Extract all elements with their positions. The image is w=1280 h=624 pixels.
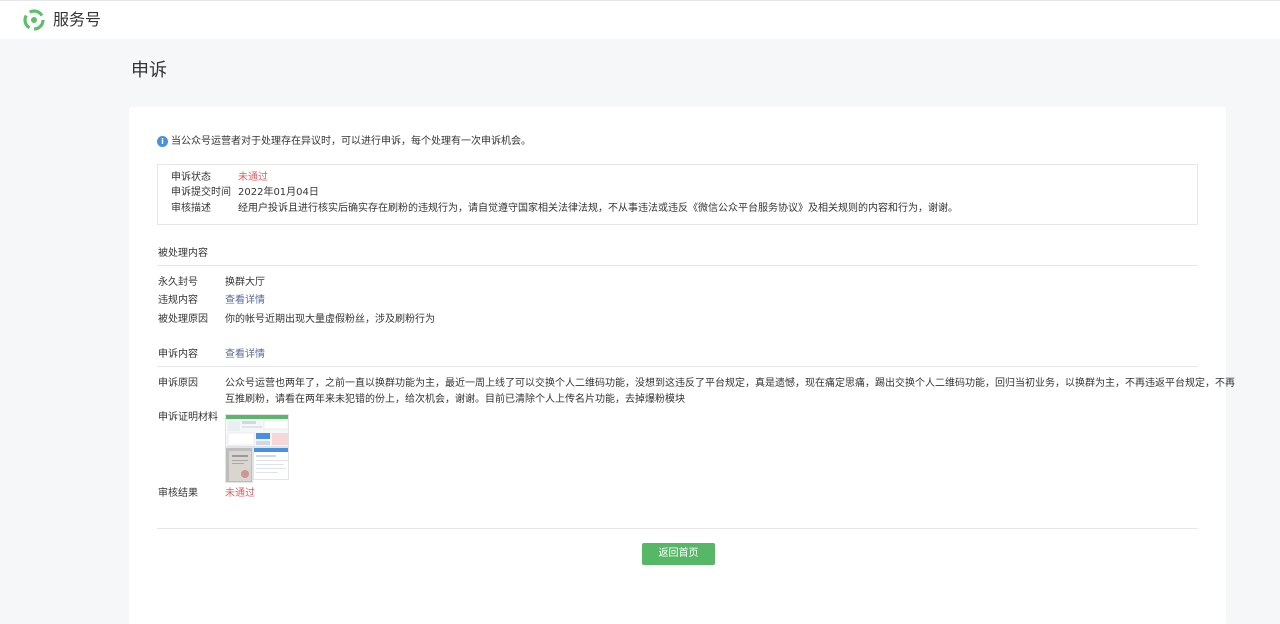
submit-time-value: 2022年01月04日 xyxy=(238,187,319,198)
result-label: 审核结果 xyxy=(158,488,198,499)
appeal-details-link[interactable]: 查看详情 xyxy=(225,348,265,362)
evidence-image-1 xyxy=(226,415,288,446)
back-home-button[interactable]: 返回首页 xyxy=(642,543,715,565)
ban-label: 永久封号 xyxy=(158,277,198,288)
evidence-thumbnail[interactable] xyxy=(225,414,289,447)
appeal-reason-label: 申诉原因 xyxy=(158,378,198,389)
evidence-thumbnail[interactable] xyxy=(225,447,253,483)
evidence-label: 申诉证明材料 xyxy=(158,412,218,423)
evidence-image-2 xyxy=(226,448,252,482)
logo-icon xyxy=(23,9,45,31)
processed-reason-value: 你的帐号近期出现大量虚假粉丝，涉及刷粉行为 xyxy=(225,314,435,325)
review-desc-label: 审核描述 xyxy=(171,203,211,214)
submit-time-label: 申诉提交时间 xyxy=(171,187,231,198)
processed-heading: 被处理内容 xyxy=(158,248,208,259)
divider xyxy=(157,265,1198,266)
status-value: 未通过 xyxy=(238,172,268,183)
appeal-content-label: 申诉内容 xyxy=(158,349,198,360)
appeal-reason-line1: 公众号运营也两年了，之前一直以换群功能为主，最近一周上线了可以交换个人二维码功能… xyxy=(225,378,1235,389)
evidence-image-3 xyxy=(254,448,288,473)
ban-value: 换群大厅 xyxy=(225,277,265,288)
brand-name: 服务号 xyxy=(53,10,102,29)
info-icon: i xyxy=(157,136,168,147)
violation-content-label: 违规内容 xyxy=(158,295,198,306)
top-bar: 服务号 xyxy=(0,0,1280,39)
status-label: 申诉状态 xyxy=(171,172,211,183)
violation-details-link[interactable]: 查看详情 xyxy=(225,294,265,308)
result-value: 未通过 xyxy=(225,488,255,499)
evidence-thumbnail[interactable] xyxy=(253,447,289,480)
notice-text: 当公众号运营者对于处理存在异议时，可以进行申诉，每个处理有一次申诉机会。 xyxy=(171,136,531,147)
divider xyxy=(157,528,1198,529)
review-desc-value: 经用户投诉且进行核实后确实存在刷粉的违规行为，请自觉遵守国家相关法律法规，不从事… xyxy=(238,203,958,214)
page-title: 申诉 xyxy=(131,60,167,81)
appeal-reason-line2: 互推刷粉，请看在两年来未犯错的份上，给次机会，谢谢。目前已清除个人上传名片功能，… xyxy=(225,394,685,405)
processed-reason-label: 被处理原因 xyxy=(158,314,208,325)
divider xyxy=(157,366,1198,367)
